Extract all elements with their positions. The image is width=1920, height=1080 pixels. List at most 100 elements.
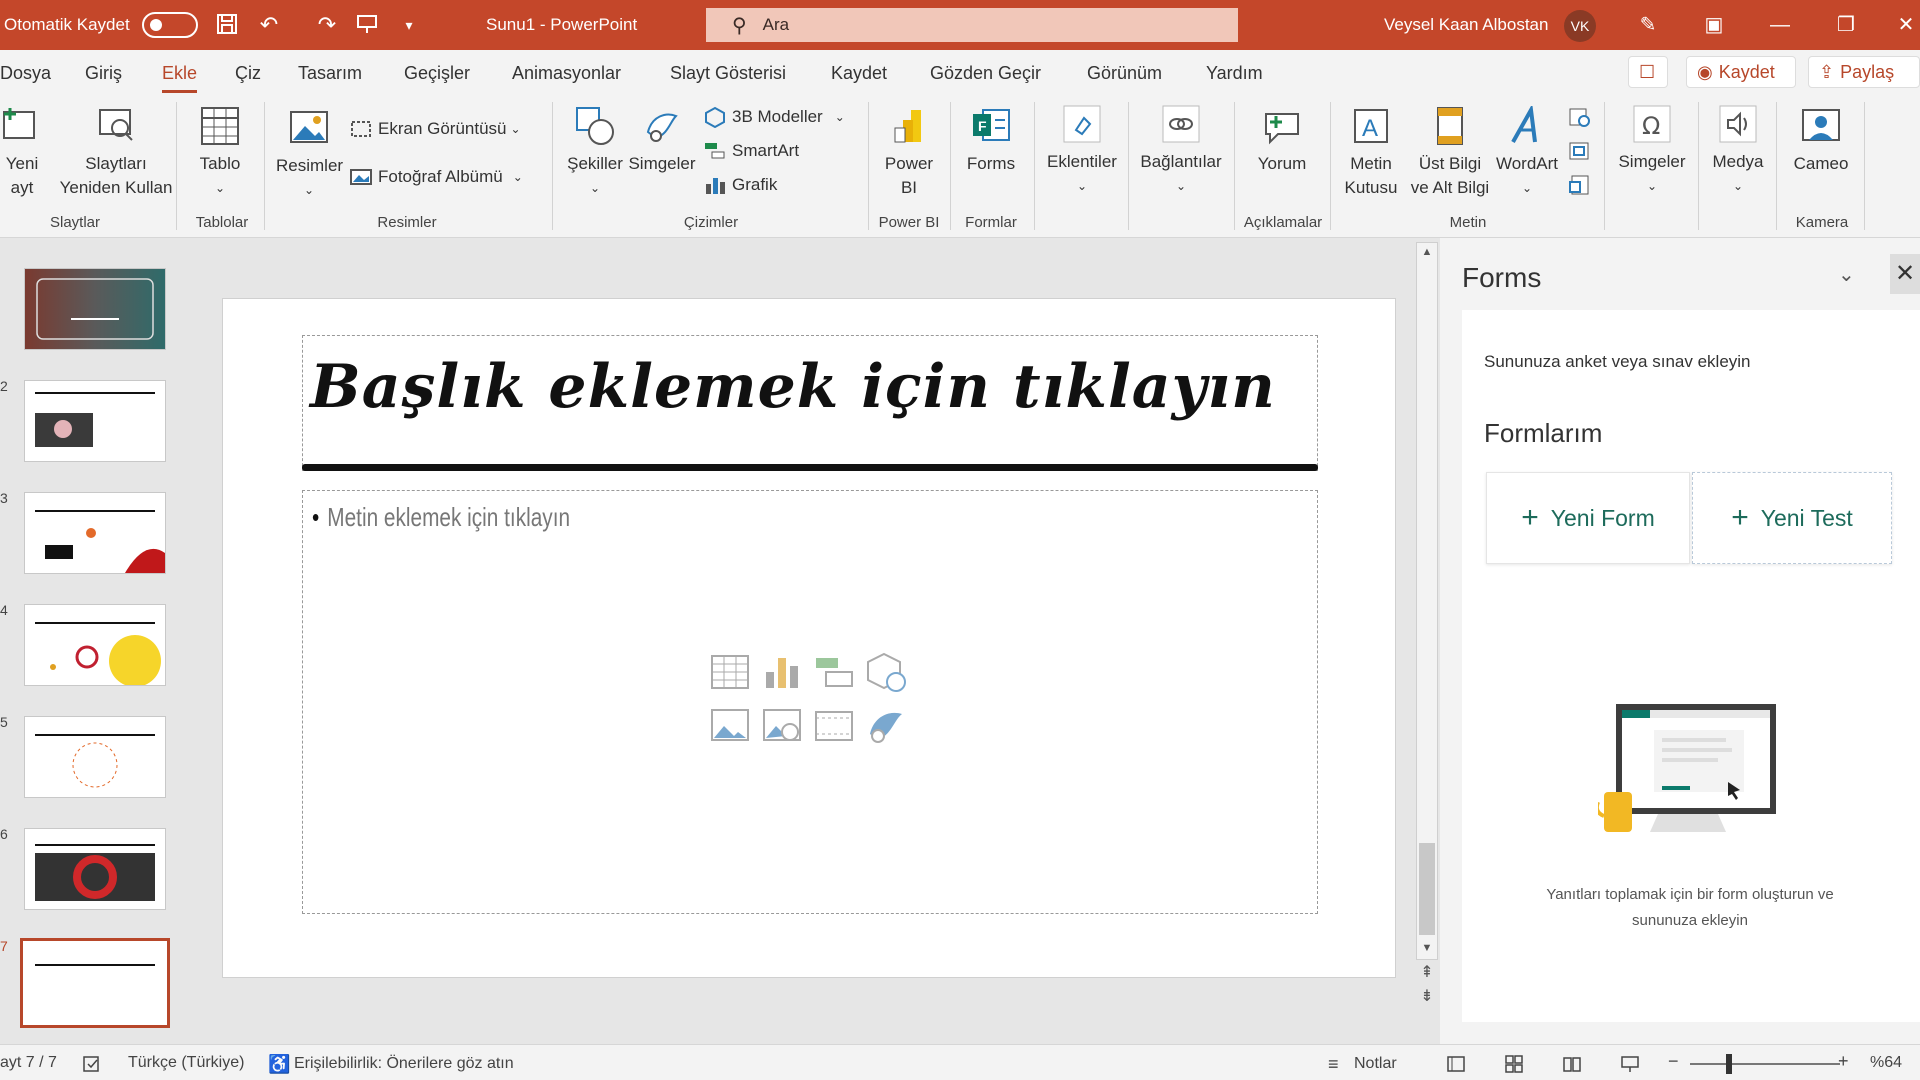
scroll-up-icon[interactable]: ▲: [1420, 245, 1434, 259]
insert-video-icon[interactable]: [812, 704, 856, 748]
pictures-button[interactable]: Resimler ⌄: [276, 108, 343, 202]
zoom-in-icon[interactable]: +: [1838, 1051, 1849, 1072]
slide-thumbnail-1[interactable]: [24, 268, 166, 350]
minimize-icon[interactable]: —: [1760, 10, 1800, 40]
insert-online-picture-icon[interactable]: [760, 704, 804, 748]
zoom-level[interactable]: %64: [1870, 1054, 1902, 1072]
chevron-down-icon: ⌄: [214, 181, 226, 195]
tab-gozden-gecir[interactable]: Gözden Geçir: [930, 63, 1041, 84]
slideshow-view-icon[interactable]: [1620, 1054, 1646, 1074]
spellcheck-icon[interactable]: [82, 1054, 108, 1074]
previous-slide-icon[interactable]: ⇞: [1420, 965, 1434, 981]
header-footer-button[interactable]: Üst Bilgi ve Alt Bilgi: [1408, 106, 1492, 200]
customize-toolbar-icon[interactable]: ▾: [396, 12, 422, 38]
comments-icon[interactable]: ☐: [1628, 56, 1668, 88]
autosave-toggle[interactable]: [142, 12, 198, 38]
search-box[interactable]: ⚲ Ara: [706, 8, 1238, 42]
tab-ciz[interactable]: Çiz: [235, 63, 261, 84]
tab-animasyonlar[interactable]: Animasyonlar: [512, 63, 621, 84]
tab-kaydet[interactable]: Kaydet: [831, 63, 887, 84]
record-button[interactable]: ◉ Kaydet: [1686, 56, 1796, 88]
links-label: Bağlantılar: [1140, 152, 1222, 171]
insert-icons-icon[interactable]: [864, 704, 908, 748]
tab-yardim[interactable]: Yardım: [1206, 63, 1263, 84]
scroll-down-icon[interactable]: ▼: [1420, 941, 1434, 955]
date-time-button[interactable]: [1566, 106, 1592, 135]
tab-tasarim[interactable]: Tasarım: [298, 63, 362, 84]
slide-thumbnail-5[interactable]: [24, 716, 166, 798]
restore-icon[interactable]: ❐: [1826, 10, 1866, 40]
zoom-out-icon[interactable]: −: [1668, 1051, 1679, 1072]
insert-table-icon[interactable]: [708, 650, 752, 694]
group-separator: [552, 102, 553, 230]
symbols-button[interactable]: Ω Simgeler ⌄: [1610, 104, 1694, 198]
notes-button[interactable]: ≡ Notlar: [1328, 1054, 1397, 1074]
thumbnail-number: 3: [0, 490, 8, 506]
object-button[interactable]: [1566, 174, 1592, 203]
pane-options-chevron-icon[interactable]: ⌄: [1838, 262, 1855, 287]
tab-slayt-gosterisi[interactable]: Slayt Gösterisi: [670, 63, 786, 84]
insert-smartart-icon[interactable]: [812, 650, 856, 694]
slide-thumbnail-6[interactable]: [24, 828, 166, 910]
close-window-icon[interactable]: ✕: [1886, 10, 1920, 40]
forms-button[interactable]: F Forms: [958, 106, 1024, 176]
table-button[interactable]: Tablo ⌄: [190, 106, 250, 200]
insert-3d-model-icon[interactable]: [864, 650, 908, 694]
links-button[interactable]: Bağlantılar ⌄: [1134, 104, 1228, 198]
redo-icon[interactable]: ↷: [314, 12, 340, 38]
tab-ekle[interactable]: Ekle: [162, 63, 198, 93]
save-icon[interactable]: [214, 12, 240, 38]
textbox-button[interactable]: A Metin Kutusu: [1340, 106, 1402, 200]
slide-title-placeholder[interactable]: Başlık eklemek için tıklayın: [310, 352, 1276, 422]
content-placeholder-text[interactable]: • Metin eklemek için tıklayın: [312, 502, 570, 533]
textbox-label-1: Metin: [1350, 154, 1392, 173]
plus-icon: +: [1731, 501, 1749, 534]
addins-button[interactable]: Eklentiler ⌄: [1040, 104, 1124, 198]
comment-button[interactable]: Yorum: [1248, 106, 1316, 176]
slide-thumbnail-2[interactable]: [24, 380, 166, 462]
slide-thumbnail-4[interactable]: [24, 604, 166, 687]
normal-view-icon[interactable]: [1446, 1054, 1472, 1074]
pen-icon[interactable]: ✎: [1628, 10, 1668, 40]
presentation-start-icon[interactable]: [354, 12, 380, 38]
cameo-button[interactable]: Cameo: [1786, 106, 1856, 176]
reading-view-icon[interactable]: [1562, 1054, 1588, 1074]
photo-album-button[interactable]: Fotoğraf Albümü ⌄: [350, 166, 523, 188]
slide-thumbnail-7[interactable]: [20, 938, 170, 1028]
avatar[interactable]: VK: [1564, 10, 1596, 42]
scrollbar-thumb[interactable]: [1419, 843, 1435, 935]
tab-gecisler[interactable]: Geçişler: [404, 63, 470, 84]
vertical-scrollbar[interactable]: ▲ ▼: [1416, 242, 1438, 960]
new-form-button[interactable]: + Yeni Form: [1486, 472, 1690, 564]
undo-icon[interactable]: ↶: [256, 12, 282, 38]
chart-button[interactable]: Grafik: [704, 174, 777, 196]
slide-thumbnail-3[interactable]: [24, 492, 166, 574]
icons-button[interactable]: Simgeler: [626, 106, 698, 176]
3d-models-button[interactable]: 3B Modeller ⌄: [704, 106, 845, 129]
media-button[interactable]: Medya ⌄: [1704, 104, 1772, 198]
powerbi-button[interactable]: Power BI: [876, 106, 942, 200]
pane-close-icon[interactable]: ✕: [1890, 254, 1920, 294]
zoom-slider-thumb[interactable]: [1726, 1054, 1732, 1074]
tab-dosya[interactable]: Dosya: [0, 63, 51, 84]
insert-chart-icon[interactable]: [760, 650, 804, 694]
tab-giris[interactable]: Giriş: [85, 63, 122, 84]
zoom-slider[interactable]: [1690, 1063, 1840, 1065]
screenshot-button[interactable]: Ekran Görüntüsü ⌄: [350, 118, 521, 140]
wordart-button[interactable]: WordArt ⌄: [1492, 106, 1562, 200]
accessibility-checker[interactable]: ♿ Erişilebilirlik: Önerilere göz atın: [268, 1054, 514, 1074]
smartart-button[interactable]: SmartArt: [704, 140, 799, 162]
slide-sorter-icon[interactable]: [1504, 1054, 1530, 1074]
language-indicator[interactable]: Türkçe (Türkiye): [128, 1054, 244, 1072]
ribbon-display-icon[interactable]: ▣: [1694, 10, 1734, 40]
slide-number-button[interactable]: [1566, 140, 1592, 169]
comment-label: Yorum: [1257, 154, 1307, 173]
next-slide-icon[interactable]: ⇟: [1420, 989, 1434, 1005]
new-test-button[interactable]: + Yeni Test: [1692, 472, 1892, 564]
reuse-slides-button[interactable]: Slaytları Yeniden Kullan: [56, 106, 176, 200]
share-button[interactable]: ⇪ Paylaş: [1808, 56, 1920, 88]
shapes-button[interactable]: Şekiller ⌄: [562, 106, 628, 200]
new-slide-button[interactable]: Yeni ayt: [0, 106, 44, 200]
tab-gorunum[interactable]: Görünüm: [1087, 63, 1162, 84]
insert-picture-icon[interactable]: [708, 704, 752, 748]
